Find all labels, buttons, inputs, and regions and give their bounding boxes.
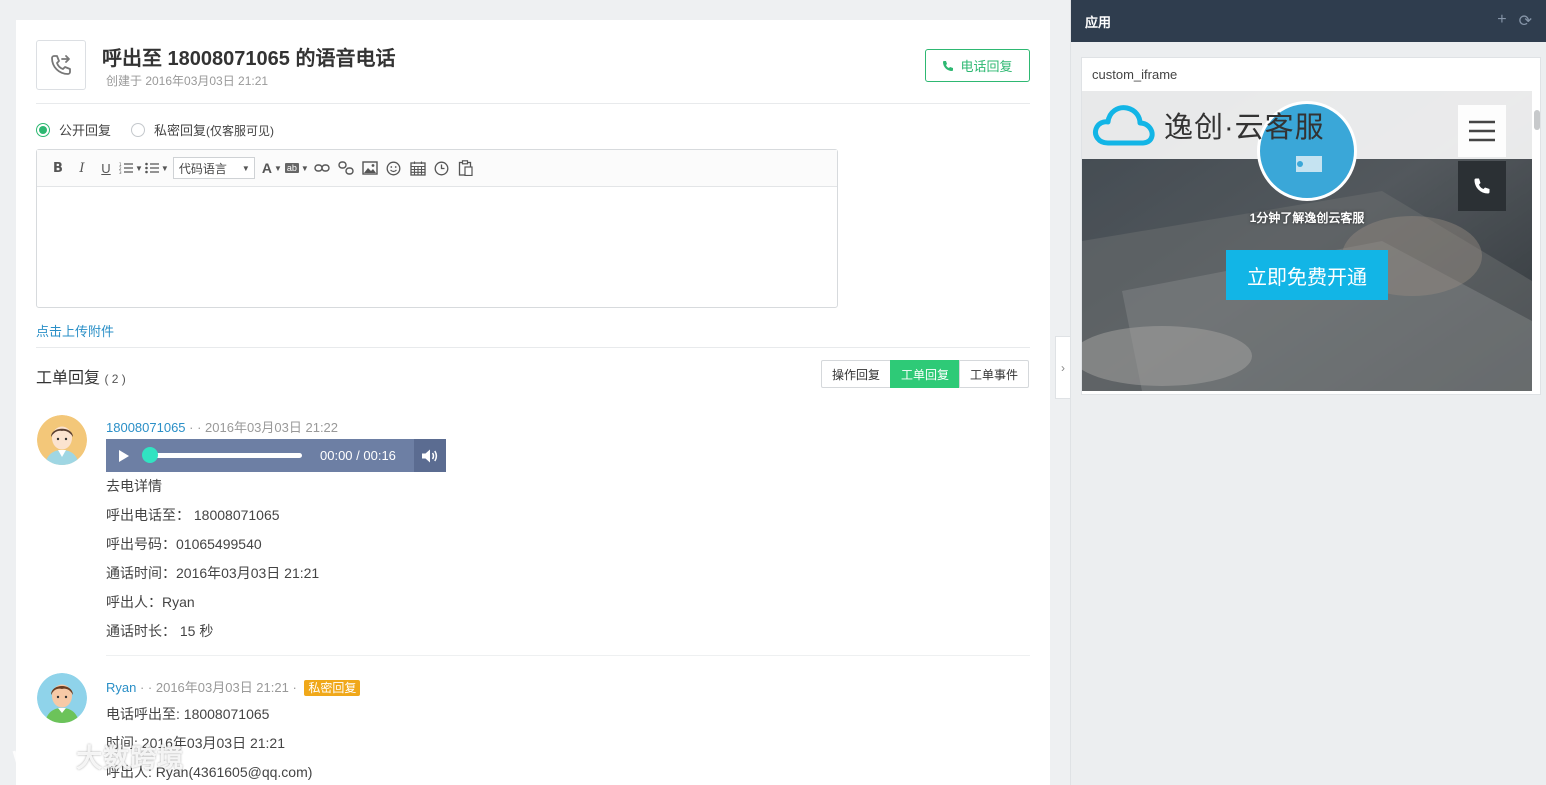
cloud-logo-icon [1093, 105, 1155, 146]
ordered-list-icon[interactable]: 1 2 3 ▼ [119, 157, 143, 179]
hamburger-icon [1469, 120, 1495, 142]
collapse-sidebar-button[interactable]: › [1055, 336, 1070, 399]
chevron-down-icon[interactable]: ▼ [161, 164, 169, 173]
chevron-right-icon: › [1061, 360, 1065, 375]
watermark-text: 大数跨境 [76, 743, 185, 773]
audio-player: 00:00 / 00:16 [106, 439, 446, 472]
play-icon [119, 449, 129, 462]
avatar [37, 415, 87, 465]
clock-icon[interactable] [431, 157, 453, 179]
reply-time: 2016年03月03日 21:22 [205, 420, 339, 435]
tab-ticket-replies[interactable]: 工单回复 [890, 360, 961, 388]
reply-line: 呼出人：Ryan [106, 594, 195, 610]
paste-icon[interactable] [455, 157, 477, 179]
link-icon[interactable] [311, 157, 333, 179]
italic-icon[interactable]: I [71, 157, 93, 179]
brand-name: 逸创·云客服 [1164, 112, 1325, 144]
private-reply-badge: 私密回复 [304, 680, 361, 696]
app-sidebar: 应用 + ⟳ custom_iframe 逸创·云客服 1分钟了解逸创云客服 立… [1070, 0, 1546, 785]
public-reply-radio[interactable] [36, 122, 50, 137]
private-reply-label[interactable]: 私密回复(仅客服可见) [154, 120, 274, 139]
refresh-icon[interactable]: ⟳ [1519, 11, 1532, 31]
reply-mode-group: 公开回复 私密回复(仅客服可见) [36, 120, 294, 139]
calendar-icon[interactable] [407, 157, 429, 179]
code-language-value: 代码语言 [178, 161, 227, 176]
svg-text:3: 3 [119, 170, 122, 174]
bold-icon[interactable]: B [47, 157, 69, 179]
tab-ticket-events[interactable]: 工单事件 [959, 360, 1030, 388]
reply-line: 去电详情 [106, 478, 162, 494]
reply-meta: Ryan · · 2016年03月03日 21:21 · 私密回复 [106, 677, 361, 696]
reply-line: 通话时间：2016年03月03日 21:21 [106, 565, 320, 581]
reply-author-link[interactable]: Ryan [106, 680, 136, 695]
private-reply-radio[interactable] [131, 122, 146, 137]
underline-icon[interactable]: U [95, 157, 117, 179]
tab-operation-replies[interactable]: 操作回复 [821, 360, 892, 388]
audio-time: 00:00 / 00:16 [320, 448, 396, 463]
video-caption: 1分钟了解逸创云客服 [1249, 211, 1365, 225]
divider [106, 655, 1030, 656]
upload-attachment-link[interactable]: 点击上传附件 [36, 321, 114, 340]
background-color-icon[interactable]: ab ▼ [284, 157, 309, 179]
unlink-icon[interactable] [335, 157, 357, 179]
sidebar-header: 应用 + ⟳ [1071, 0, 1546, 42]
unordered-list-icon[interactable]: ▼ [145, 157, 169, 179]
sidebar-title: 应用 [1085, 14, 1112, 30]
call-button[interactable] [1458, 161, 1506, 211]
phone-reply-label: 电话回复 [960, 59, 1013, 74]
brand-logo[interactable]: 逸创·云客服 [1092, 103, 1325, 147]
editor-content-area[interactable] [37, 187, 837, 307]
rich-text-editor[interactable]: B I U 1 2 3 ▼ ▼ 代码语言 ▼ A ▼ ab ▼ [36, 149, 838, 308]
watermark: 大数跨境 [12, 738, 184, 775]
free-signup-button[interactable]: 立即免费开通 [1226, 250, 1388, 300]
audio-progress-slider[interactable] [142, 447, 302, 463]
reply-author-link[interactable]: 18008071065 [106, 420, 186, 435]
volume-button[interactable] [414, 439, 446, 472]
phone-icon [943, 60, 954, 71]
watermark-logo [12, 749, 57, 772]
avatar [37, 673, 87, 723]
iframe-scrollbar[interactable] [1534, 110, 1540, 130]
editor-toolbar: B I U 1 2 3 ▼ ▼ 代码语言 ▼ A ▼ ab ▼ [37, 150, 837, 187]
play-button[interactable] [106, 439, 142, 472]
phone-reply-button[interactable]: 电话回复 [925, 49, 1030, 82]
code-language-select[interactable]: 代码语言 ▼ [172, 157, 255, 179]
public-reply-label[interactable]: 公开回复 [59, 120, 111, 139]
audio-progress-handle[interactable] [142, 447, 158, 463]
emoji-icon[interactable] [383, 157, 405, 179]
reply-line: 呼出电话至： 18008071065 [106, 507, 280, 523]
ticket-panel: 呼出至 18008071065 的语音电话 创建于 2016年03月03日 21… [16, 20, 1050, 785]
phone-forward-icon [36, 40, 86, 90]
reply-line: 呼出号码：01065499540 [106, 536, 262, 552]
embedded-iframe[interactable]: 逸创·云客服 1分钟了解逸创云客服 立即免费开通 [1082, 91, 1532, 391]
chevron-down-icon[interactable]: ▼ [135, 164, 143, 173]
divider [36, 347, 1030, 348]
replies-title: 工单回复 [36, 370, 101, 387]
reply-time: 2016年03月03日 21:21 [155, 680, 289, 695]
reply-line: 通话时长： 15 秒 [106, 623, 214, 639]
created-time: 创建于 2016年03月03日 21:21 [106, 74, 269, 88]
replies-count: ( 2 ) [104, 372, 126, 386]
volume-icon [422, 449, 438, 462]
plus-icon[interactable]: + [1497, 11, 1506, 31]
chevron-down-icon: ▼ [241, 163, 250, 173]
menu-button[interactable] [1458, 105, 1506, 157]
replies-section-title: 工单回复 ( 2 ) [36, 364, 126, 388]
font-color-icon[interactable]: A ▼ [261, 157, 283, 179]
reply-line: 电话呼出至: 18008071065 [106, 706, 270, 722]
image-icon[interactable] [359, 157, 381, 179]
card-title: custom_iframe [1092, 67, 1178, 82]
reply-meta: 18008071065 · · 2016年03月03日 21:22 [106, 420, 339, 435]
page-title: 呼出至 18008071065 的语音电话 [102, 48, 396, 70]
reply-filter-tabs: 操作回复 工单回复 工单事件 [821, 360, 1030, 388]
divider [36, 103, 1030, 104]
phone-icon [1474, 178, 1490, 194]
custom-iframe-card: custom_iframe 逸创·云客服 1分钟了解逸创云客服 立即免费开通 [1081, 57, 1541, 395]
